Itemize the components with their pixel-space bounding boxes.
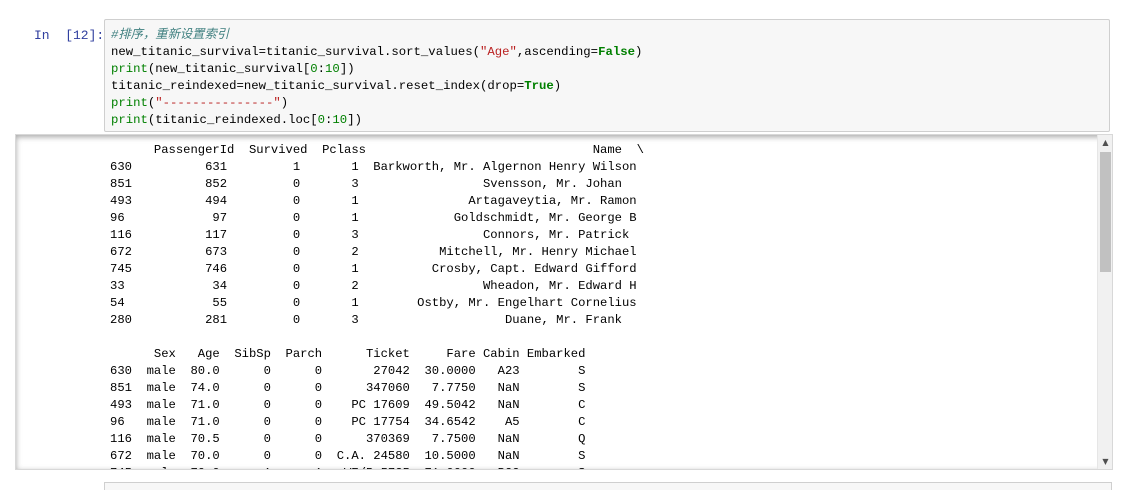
output-line: 280 281 0 3 Duane, Mr. Frank [110,313,622,327]
code-token: ) [553,79,562,93]
code-input-area[interactable]: #排序，重新设置索引 new_titanic_survival=titanic_s… [104,19,1110,132]
code-line: new_titanic_survival=titanic_survival.so… [111,44,1109,61]
code-token: (titanic_reindexed.loc[ [147,113,318,127]
code-token: ]) [347,113,362,127]
code-line: print("---------------") [111,95,1109,112]
code-token: ) [280,96,289,110]
code-line: print(new_titanic_survival[0:10]) [111,61,1109,78]
next-code-cell[interactable] [104,482,1112,490]
code-token: ) [634,45,643,59]
output-text: PassengerId Survived Pclass Name \ 630 63… [110,142,644,469]
output-line: Sex Age SibSp Parch Ticket Fare Cabin Em… [110,347,586,361]
code-line: titanic_reindexed=new_titanic_survival.r… [111,78,1109,95]
code-token: print [111,96,148,110]
output-line: 672 673 0 2 Mitchell, Mr. Henry Michael [110,245,637,259]
code-token: (new_titanic_survival[ [147,62,311,76]
output-line: 493 494 0 1 Artagaveytia, Mr. Ramon [110,194,637,208]
code-token: 0 [317,113,326,127]
code-token: new_titanic_survival=titanic_survival.so… [111,45,480,59]
output-line: 745 746 0 1 Crosby, Capt. Edward Gifford [110,262,637,276]
code-token: ]) [339,62,355,76]
code-token: False [598,45,635,59]
code-token: "---------------" [155,96,281,110]
output-scrollbar[interactable]: ▲ ▼ [1097,135,1112,469]
code-token: print [111,113,148,127]
output-line: 33 34 0 2 Wheadon, Mr. Edward H [110,279,637,293]
code-token: : [317,62,326,76]
code-token: 10 [325,62,340,76]
code-token: 0 [310,62,318,76]
output-line: 116 male 70.5 0 0 370369 7.7500 NaN Q [110,432,586,446]
output-line: 116 117 0 3 Connors, Mr. Patrick [110,228,630,242]
scroll-up-icon[interactable]: ▲ [1098,135,1112,150]
output-line: 745 male 70.0 1 1 WE/P 5735 71.0000 B22 … [110,465,644,469]
code-token: titanic_reindexed=new_titanic_survival.r… [111,79,525,93]
code-line: print(titanic_reindexed.loc[0:10]) [111,112,1109,129]
output-area[interactable]: PassengerId Survived Pclass Name \ 630 63… [15,134,1113,470]
notebook-page: In [12]: #排序，重新设置索引 new_titanic_survival=… [0,0,1131,490]
scroll-down-icon[interactable]: ▼ [1098,454,1112,469]
output-line: 851 male 74.0 0 0 347060 7.7750 NaN S [110,381,586,395]
output-line: 851 852 0 3 Svensson, Mr. Johan [110,177,622,191]
output-line: 493 male 71.0 0 0 PC 17609 49.5042 NaN C [110,398,586,412]
output-line: 96 male 71.0 0 0 PC 17754 34.6542 A5 C [110,415,586,429]
output-line: 630 male 80.0 0 0 27042 30.0000 A23 S [110,364,586,378]
output-line: 96 97 0 1 Goldschmidt, Mr. George B [110,211,637,225]
code-line: #排序，重新设置索引 [111,27,1109,44]
input-prompt: In [12]: [34,28,105,43]
scroll-thumb[interactable] [1100,152,1111,272]
code-token: ,ascending= [516,45,599,59]
code-token: print [111,62,148,76]
code-token: 10 [332,113,348,127]
output-line: 54 55 0 1 Ostby, Mr. Engelhart Cornelius [110,296,637,310]
output-line: PassengerId Survived Pclass Name \ [110,143,644,157]
code-token: #排序，重新设置索引 [111,28,230,42]
output-line: 630 631 1 1 Barkworth, Mr. Algernon Henr… [110,160,637,174]
output-line: 672 male 70.0 0 0 C.A. 24580 10.5000 NaN… [110,449,586,463]
code-token: "Age" [479,45,517,59]
code-token: True [524,79,554,93]
